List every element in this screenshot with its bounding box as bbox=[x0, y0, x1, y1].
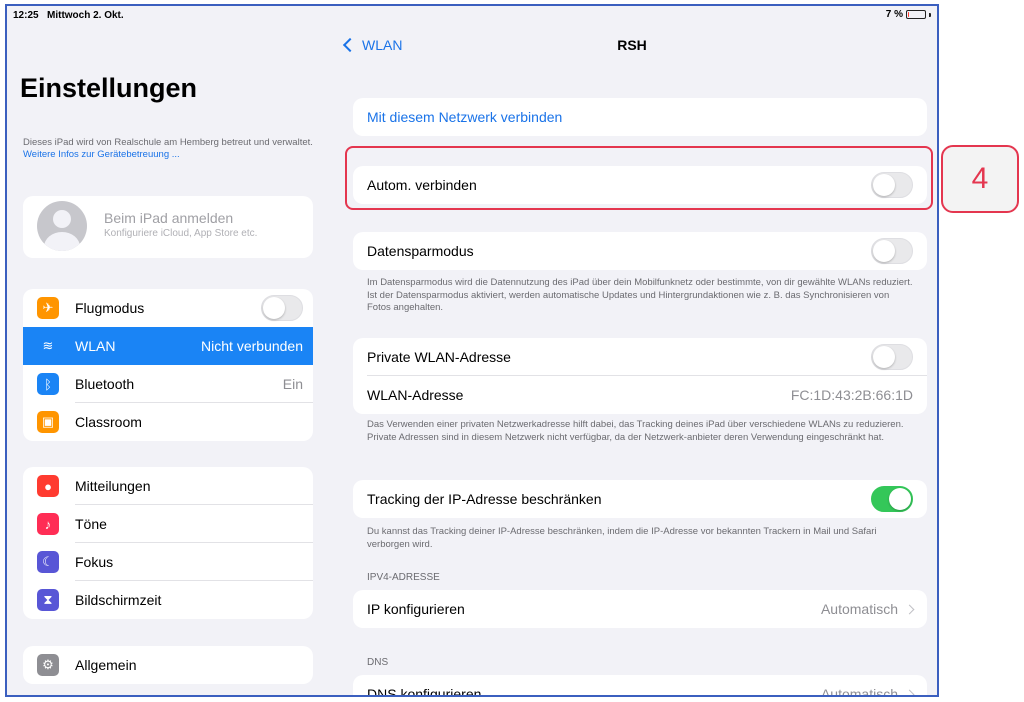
navigation-bar: WLAN RSH bbox=[325, 32, 937, 62]
wlan-address-value: FC:1D:43:2B:66:1D bbox=[790, 387, 913, 403]
sidebar-item-value: Nicht verbunden bbox=[201, 338, 303, 354]
sidebar-item-value: Ein bbox=[282, 376, 303, 392]
wifi-icon: ≋ bbox=[37, 335, 59, 357]
dns-section-header: DNS bbox=[367, 657, 389, 668]
tracking-row: Tracking der IP-Adresse beschränken bbox=[353, 480, 927, 518]
chevron-right-icon bbox=[904, 689, 915, 695]
sidebar-item-label: Classroom bbox=[75, 414, 142, 430]
low-data-note: Im Datensparmodus wird die Datennutzung … bbox=[367, 277, 913, 313]
classroom-icon: ▣ bbox=[37, 411, 59, 433]
private-address-row: Private WLAN-Adresse bbox=[353, 338, 927, 376]
low-data-card: Datensparmodus bbox=[353, 232, 927, 270]
status-date: Mittwoch 2. Okt. bbox=[47, 10, 124, 21]
ipv4-section-header: IPV4-ADRESSE bbox=[367, 572, 440, 583]
sidebar-group-notifications: ● Mitteilungen ♪ Töne ☾ Fokus ⧗ Bildschirmzeit bbox=[23, 467, 313, 619]
connect-card: Mit diesem Netzwerk verbinden bbox=[353, 98, 927, 136]
tracking-card: Tracking der IP-Adresse beschränken bbox=[353, 480, 927, 518]
battery-icon bbox=[906, 10, 926, 19]
managed-notice: Dieses iPad wird von Realschule am Hembe… bbox=[23, 137, 313, 161]
chevron-right-icon bbox=[904, 604, 915, 614]
sidebar-item-label: Allgemein bbox=[75, 657, 137, 673]
private-address-note: Das Verwenden einer privaten Netzwerkadr… bbox=[367, 419, 904, 443]
ip-config-card: IP konfigurieren Automatisch bbox=[353, 590, 927, 628]
sidebar-item-label: Bluetooth bbox=[75, 376, 135, 392]
network-title: RSH bbox=[617, 37, 647, 53]
wlan-address-row: WLAN-Adresse FC:1D:43:2B:66:1D bbox=[353, 376, 927, 414]
sidebar-item-wlan[interactable]: ≋ WLAN Nicht verbunden bbox=[23, 327, 313, 365]
sidebar-item-bildschirmzeit[interactable]: ⧗ Bildschirmzeit bbox=[23, 581, 313, 619]
sidebar-item-töne[interactable]: ♪ Töne bbox=[23, 505, 313, 543]
low-data-label: Datensparmodus bbox=[367, 243, 474, 259]
account-signin[interactable]: Beim iPad anmelden Konfiguriere iCloud, … bbox=[23, 196, 313, 258]
sounds-icon: ♪ bbox=[37, 513, 59, 535]
annotation-callout: 4 bbox=[941, 145, 1019, 213]
sidebar-title: Einstellungen bbox=[20, 73, 198, 103]
tracking-toggle[interactable] bbox=[871, 486, 913, 512]
status-time: 12:25 bbox=[13, 10, 39, 21]
sidebar-group-general: ⚙ Allgemein bbox=[23, 646, 313, 684]
gear-icon: ⚙ bbox=[37, 654, 59, 676]
sidebar-item-fokus[interactable]: ☾ Fokus bbox=[23, 543, 313, 581]
sidebar-item-label: Fokus bbox=[75, 554, 114, 570]
connect-button[interactable]: Mit diesem Netzwerk verbinden bbox=[353, 98, 927, 136]
ipad-screen: 12:25 Mittwoch 2. Okt. 7 % Einstellungen… bbox=[5, 4, 939, 697]
low-data-toggle[interactable] bbox=[871, 238, 913, 264]
airplane-icon: ✈ bbox=[37, 297, 59, 319]
dns-config-label: DNS konfigurieren bbox=[367, 686, 482, 697]
managed-info-link[interactable]: Weitere Infos zur Gerätebetreuung ... bbox=[23, 149, 180, 160]
ip-config-row[interactable]: IP konfigurieren Automatisch bbox=[353, 590, 927, 628]
battery-percent: 7 % bbox=[885, 9, 903, 20]
sidebar-item-label: Mitteilungen bbox=[75, 478, 151, 494]
address-card: Private WLAN-Adresse WLAN-Adresse FC:1D:… bbox=[353, 338, 927, 414]
sidebar-item-label: Töne bbox=[75, 516, 107, 532]
sidebar-item-allgemein[interactable]: ⚙ Allgemein bbox=[23, 646, 313, 684]
ip-config-label: IP konfigurieren bbox=[367, 601, 465, 617]
private-address-toggle[interactable] bbox=[871, 344, 913, 370]
tracking-note: Du kannst das Tracking deiner IP-Adresse… bbox=[367, 526, 877, 550]
sidebar-item-label: Flugmodus bbox=[75, 300, 145, 316]
avatar bbox=[37, 201, 87, 251]
bluetooth-icon: ᛒ bbox=[37, 373, 59, 395]
settings-sidebar: Einstellungen Dieses iPad wird von Reals… bbox=[7, 26, 325, 695]
hourglass-icon: ⧗ bbox=[37, 589, 59, 611]
sidebar-item-bluetooth[interactable]: ᛒ Bluetooth Ein bbox=[23, 365, 313, 403]
dns-config-card: DNS konfigurieren Automatisch bbox=[353, 675, 927, 697]
sidebar-item-label: WLAN bbox=[75, 338, 116, 354]
tracking-label: Tracking der IP-Adresse beschränken bbox=[367, 491, 602, 507]
moon-icon: ☾ bbox=[37, 551, 59, 573]
connect-label: Mit diesem Netzwerk verbinden bbox=[367, 109, 563, 125]
wlan-detail-pane: WLAN RSH Mit diesem Netzwerk verbinden A… bbox=[325, 26, 937, 697]
private-address-label: Private WLAN-Adresse bbox=[367, 349, 511, 365]
dns-config-value: Automatisch bbox=[820, 686, 898, 697]
sidebar-item-flugmodus[interactable]: ✈ Flugmodus bbox=[23, 289, 313, 327]
ip-config-value: Automatisch bbox=[820, 601, 898, 617]
managed-text: Dieses iPad wird von Realschule am Hembe… bbox=[23, 137, 313, 148]
annotation-highlight-box bbox=[345, 146, 933, 210]
sidebar-item-label: Bildschirmzeit bbox=[75, 592, 162, 608]
sidebar-group-connectivity: ✈ Flugmodus ≋ WLAN Nicht verbunden ᛒ Bluetooth… bbox=[23, 289, 313, 441]
sidebar-item-mitteilungen[interactable]: ● Mitteilungen bbox=[23, 467, 313, 505]
account-title: Beim iPad anmelden bbox=[104, 210, 234, 226]
sidebar-item-classroom[interactable]: ▣ Classroom bbox=[23, 403, 313, 441]
wlan-address-label: WLAN-Adresse bbox=[367, 387, 464, 403]
status-bar: 12:25 Mittwoch 2. Okt. 7 % bbox=[7, 6, 937, 26]
airplane-mode-toggle[interactable] bbox=[261, 295, 303, 321]
low-data-row: Datensparmodus bbox=[353, 232, 927, 270]
notifications-icon: ● bbox=[37, 475, 59, 497]
battery-indicator: 7 % bbox=[886, 9, 931, 20]
dns-config-row[interactable]: DNS konfigurieren Automatisch bbox=[353, 675, 927, 697]
account-subtitle: Konfiguriere iCloud, App Store etc. bbox=[104, 228, 258, 239]
